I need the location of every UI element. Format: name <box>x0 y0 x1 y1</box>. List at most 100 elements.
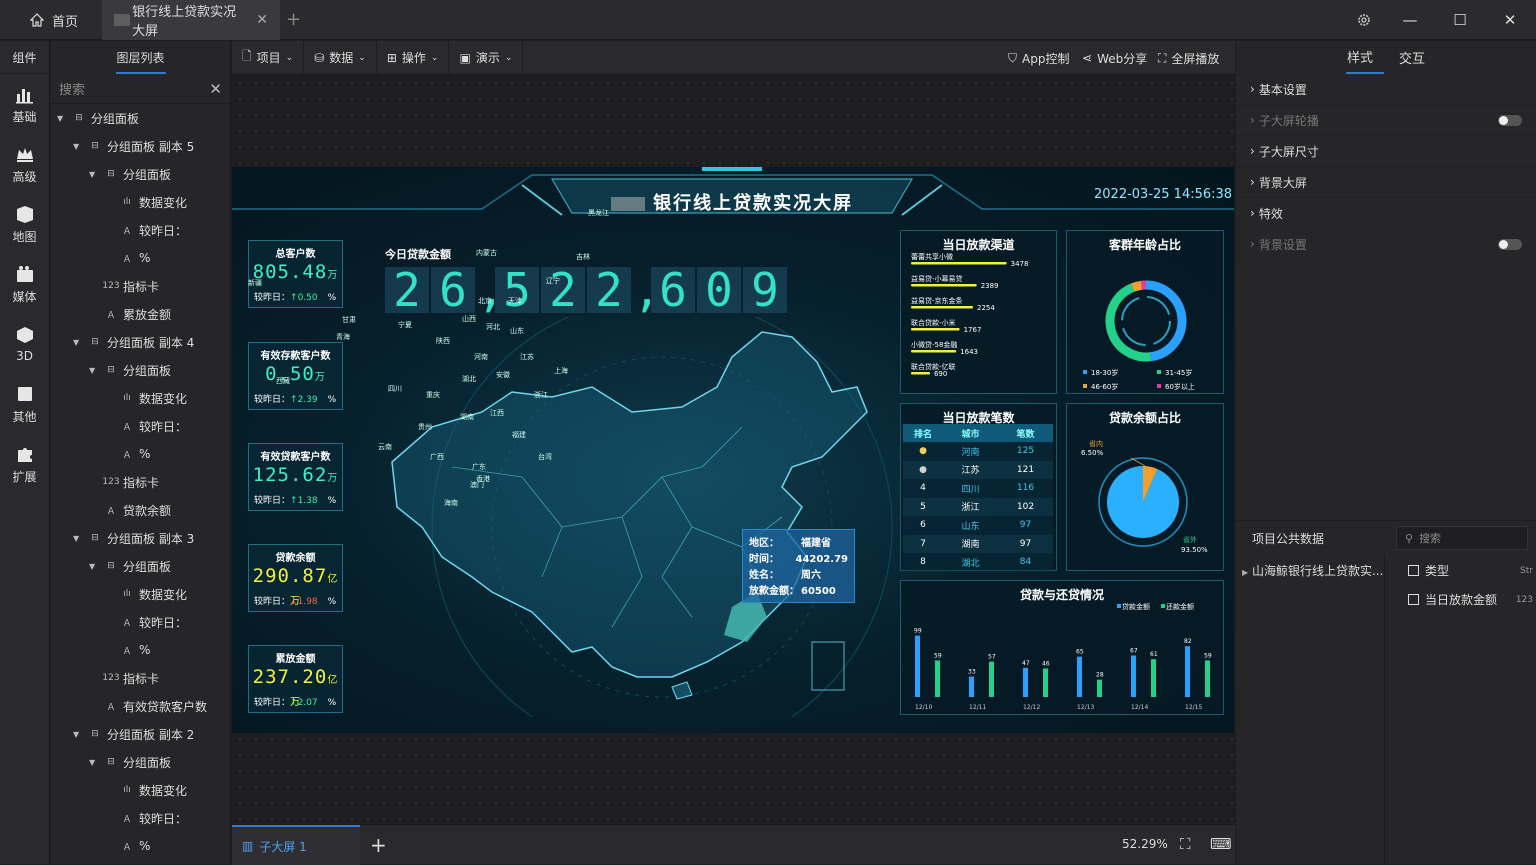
clear-search-icon[interactable]: ✕ <box>209 80 222 98</box>
layer-item[interactable]: ▼⊟分组面板 <box>51 356 230 384</box>
kpi-card[interactable]: 贷款余额 290.87亿万 较昨日：↓1.98% <box>248 544 343 612</box>
checkbox-icon[interactable] <box>1408 565 1419 576</box>
layer-search-input[interactable]: 搜索 ✕ <box>51 74 230 104</box>
layer-item[interactable]: 123指标卡 <box>51 664 230 692</box>
map-region-label: 宁夏 <box>398 320 412 330</box>
maximize-icon[interactable]: ☐ <box>1450 10 1470 30</box>
layer-item[interactable]: Ａ% <box>51 636 230 664</box>
nav-item-6[interactable]: 其他 <box>0 374 49 434</box>
repay-bar <box>915 636 920 697</box>
caret-down-icon[interactable]: ▼ <box>73 338 83 347</box>
tab-home[interactable]: 首页 <box>18 0 102 40</box>
layer-item[interactable]: Ａ较昨日： <box>51 412 230 440</box>
count-table-row[interactable]: 5浙江102 <box>903 498 1053 517</box>
nav-item-1[interactable]: 基础 <box>0 74 49 134</box>
checkbox-icon[interactable] <box>1408 594 1419 605</box>
fullscreen-button[interactable]: ⛶ 全屏播放 <box>1158 41 1219 75</box>
zoom-level[interactable]: 52.29% <box>1122 837 1168 851</box>
group-panel-icon: ⊟ <box>104 363 118 377</box>
layer-item[interactable]: Ａ较昨日： <box>51 608 230 636</box>
menu-present[interactable]: ▣ 演示 ⌄ <box>449 41 523 75</box>
toggle-switch[interactable] <box>1498 115 1522 126</box>
menu-operate[interactable]: ⊞ 操作 ⌄ <box>377 41 450 75</box>
tab-interaction[interactable]: 交互 <box>1399 48 1425 67</box>
caret-down-icon[interactable]: ▼ <box>89 366 99 375</box>
toggle-switch[interactable] <box>1498 239 1522 250</box>
app-control-button[interactable]: ⛉ App控制 <box>1008 41 1069 75</box>
nav-item-5[interactable]: 3D <box>0 314 49 374</box>
kpi-card[interactable]: 有效贷款客户数 125.62万 较昨日：↑1.38% <box>248 443 343 511</box>
count-table-row[interactable]: 8湖北84 <box>903 553 1053 572</box>
data-field[interactable]: 当日放款金额123 <box>1408 591 1533 608</box>
add-sub-screen-icon[interactable]: + <box>370 833 387 857</box>
layer-item[interactable]: ▼⊟分组面板 副本 4 <box>51 328 230 356</box>
close-window-icon[interactable]: ✕ <box>1500 10 1520 30</box>
property-section[interactable]: ›背景设置 <box>1236 229 1536 260</box>
tab-active-project[interactable]: 银行线上贷款实况大屏 ✕ <box>102 0 280 40</box>
caret-down-icon[interactable]: ▼ <box>89 562 99 571</box>
count-table-row[interactable]: 6山东97 <box>903 516 1053 535</box>
layer-item[interactable]: Ａ% <box>51 440 230 468</box>
layer-item[interactable]: 123指标卡 <box>51 468 230 496</box>
menu-project[interactable]: 🗋 项目 ⌄ <box>232 41 304 75</box>
kpi-card[interactable]: 有效存款客户数 0.50万 较昨日：↑2.39% <box>248 342 343 410</box>
caret-down-icon[interactable]: ▼ <box>73 142 83 151</box>
layer-item[interactable]: Ａ较昨日： <box>51 216 230 244</box>
count-table-row[interactable]: 4四川116 <box>903 479 1053 498</box>
nav-item-3[interactable]: 地图 <box>0 194 49 254</box>
kpi-card[interactable]: 总客户数 805.48万 较昨日：↑0.50% <box>248 240 343 308</box>
layer-item[interactable]: ▼⊟分组面板 <box>51 552 230 580</box>
layer-item[interactable]: Ａ较昨日： <box>51 804 230 832</box>
minimize-icon[interactable]: — <box>1400 10 1420 30</box>
layer-item[interactable]: ▼⊟分组面板 <box>51 160 230 188</box>
data-field[interactable]: 类型Str <box>1408 562 1533 579</box>
sub-screen-tab[interactable]: ▥ 子大屏 1 <box>232 825 360 865</box>
dashboard-title-text: 银行线上贷款实况大屏 <box>653 193 853 214</box>
count-table-row[interactable]: 7湖南97 <box>903 535 1053 554</box>
layer-item[interactable]: Ａ累放金额 <box>51 300 230 328</box>
layer-item[interactable]: ılı数据变化 <box>51 188 230 216</box>
caret-down-icon[interactable]: ▼ <box>73 534 83 543</box>
property-section[interactable]: ›背景大屏 <box>1236 167 1536 198</box>
property-section[interactable]: ›特效 <box>1236 198 1536 229</box>
nav-item-4[interactable]: 媒体 <box>0 254 49 314</box>
layer-item[interactable]: Ａ% <box>51 832 230 860</box>
menu-data[interactable]: ⛁ 数据 ⌄ <box>304 41 377 75</box>
kpi-card[interactable]: 累放金额 237.20亿万 较昨日：↑2.07% <box>248 645 343 713</box>
count-table-row[interactable]: ●江苏121 <box>903 461 1053 480</box>
caret-down-icon[interactable]: ▼ <box>73 730 83 739</box>
china-map[interactable] <box>362 317 922 717</box>
public-data-search-input[interactable]: ⚲ 搜索 <box>1396 526 1528 550</box>
settings-gear-icon[interactable] <box>1354 10 1374 30</box>
property-section[interactable]: ›基本设置 <box>1236 74 1536 105</box>
project-item[interactable]: ▶ 山海鲸银行线上贷款实... <box>1242 562 1383 579</box>
nav-item-2[interactable]: 高级 <box>0 134 49 194</box>
caret-down-icon[interactable]: ▼ <box>57 114 67 123</box>
layer-item[interactable]: ▼⊟分组面板 副本 3 <box>51 524 230 552</box>
layer-item[interactable]: ▼⊟分组面板 副本 2 <box>51 720 230 748</box>
property-section[interactable]: ›子大屏尺寸 <box>1236 136 1536 167</box>
layer-item[interactable]: ▼⊟分组面板 <box>51 748 230 776</box>
layer-item[interactable]: ▼⊟分组面板 <box>51 104 230 132</box>
add-tab-icon[interactable]: + <box>286 9 301 30</box>
layer-item[interactable]: Ａ有效贷款客户数 <box>51 692 230 720</box>
tab-style[interactable]: 样式 <box>1347 47 1373 68</box>
public-data-search-placeholder: 搜索 <box>1419 530 1441 546</box>
caret-down-icon[interactable]: ▼ <box>89 758 99 767</box>
close-tab-icon[interactable]: ✕ <box>256 12 268 28</box>
dashboard-screen[interactable]: 银行线上贷款实况大屏 2022-03-25 14:56:38 总客户数 805.… <box>232 167 1234 733</box>
layer-item[interactable]: ▼⊟分组面板 副本 5 <box>51 132 230 160</box>
layer-item[interactable]: ılı数据变化 <box>51 776 230 804</box>
fit-screen-icon[interactable]: ⛶ <box>1180 835 1191 853</box>
layer-item[interactable]: ılı数据变化 <box>51 384 230 412</box>
property-section[interactable]: ›子大屏轮播 <box>1236 105 1536 136</box>
layer-item[interactable]: 123指标卡 <box>51 272 230 300</box>
layer-item[interactable]: Ａ贷款余额 <box>51 496 230 524</box>
caret-down-icon[interactable]: ▼ <box>89 170 99 179</box>
web-share-button[interactable]: ⋖ Web分享 <box>1082 41 1147 75</box>
nav-item-7[interactable]: 扩展 <box>0 434 49 494</box>
layer-item[interactable]: ılı数据变化 <box>51 580 230 608</box>
layer-item[interactable]: Ａ% <box>51 244 230 272</box>
keyboard-icon[interactable]: ⌨ <box>1210 835 1232 853</box>
count-table-row[interactable]: ●河南125 <box>903 442 1053 461</box>
